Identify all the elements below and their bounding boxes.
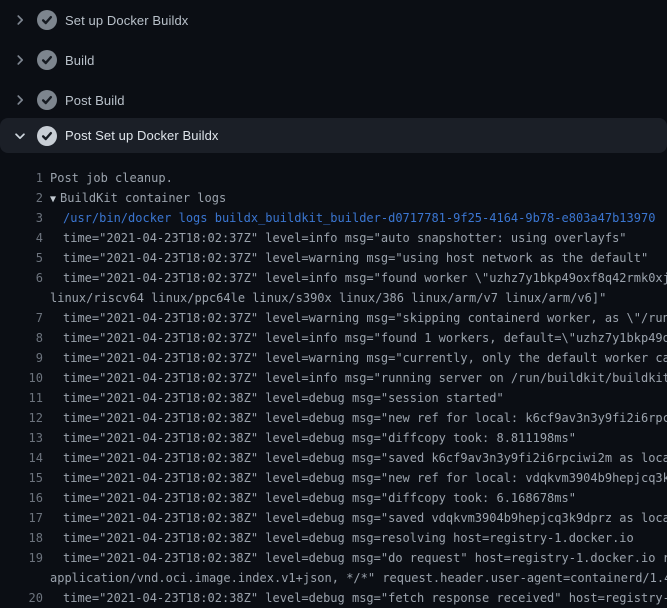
log-text: time="2021-04-23T18:02:38Z" level=debug … — [63, 411, 667, 425]
line-number[interactable]: 4 — [0, 228, 43, 248]
line-number[interactable]: 16 — [0, 488, 43, 508]
step-row-build[interactable]: Build — [0, 40, 667, 80]
line-number[interactable]: 3 — [0, 208, 43, 228]
log-line: 6 time="2021-04-23T18:02:37Z" level=info … — [0, 268, 667, 288]
chevron-right-icon — [12, 92, 28, 108]
log-text: time="2021-04-23T18:02:37Z" level=warnin… — [63, 251, 648, 265]
line-number[interactable]: 14 — [0, 448, 43, 468]
log-text: time="2021-04-23T18:02:37Z" level=info m… — [63, 231, 627, 245]
log-text: time="2021-04-23T18:02:38Z" level=debug … — [63, 531, 634, 545]
step-row-post-build[interactable]: Post Build — [0, 80, 667, 120]
log-text: Post job cleanup. — [50, 171, 173, 185]
chevron-down-icon — [12, 128, 28, 144]
log-line: 11 time="2021-04-23T18:02:38Z" level=debu… — [0, 388, 667, 408]
check-circle-icon — [37, 50, 57, 70]
log-text: time="2021-04-23T18:02:38Z" level=debug … — [63, 511, 667, 525]
check-circle-icon — [37, 10, 57, 30]
check-circle-icon — [37, 126, 57, 146]
log-line: 20 time="2021-04-23T18:02:38Z" level=debu… — [0, 588, 667, 608]
log-line: 18 time="2021-04-23T18:02:38Z" level=debu… — [0, 528, 667, 548]
log-group-toggle-icon[interactable]: ▼ — [50, 194, 56, 205]
check-circle-icon — [37, 90, 57, 110]
line-number[interactable]: 17 — [0, 508, 43, 528]
log-line: 13 time="2021-04-23T18:02:38Z" level=debu… — [0, 428, 667, 448]
chevron-right-icon — [12, 12, 28, 28]
line-number[interactable]: 6 — [0, 268, 43, 288]
log-line: 5 time="2021-04-23T18:02:37Z" level=warni… — [0, 248, 667, 268]
log-line: 4 time="2021-04-23T18:02:37Z" level=info … — [0, 228, 667, 248]
log-text: BuildKit container logs — [60, 191, 226, 205]
step-label: Set up Docker Buildx — [65, 13, 188, 28]
step-list: Set up Docker Buildx Build Post Build Post … — [0, 0, 667, 153]
log-text: time="2021-04-23T18:02:38Z" level=debug … — [63, 391, 504, 405]
line-number[interactable]: 18 — [0, 528, 43, 548]
log-text: time="2021-04-23T18:02:37Z" level=warnin… — [63, 311, 667, 325]
log-text: linux/riscv64 linux/ppc64le linux/s390x … — [50, 291, 606, 305]
log-text: time="2021-04-23T18:02:37Z" level=info m… — [63, 331, 667, 345]
log-text: time="2021-04-23T18:02:38Z" level=debug … — [63, 591, 667, 605]
log-command-text: /usr/bin/docker logs buildx_buildkit_bui… — [63, 211, 655, 225]
line-number[interactable]: 10 — [0, 368, 43, 388]
step-label: Post Set up Docker Buildx — [65, 128, 219, 143]
log-line: 9 time="2021-04-23T18:02:37Z" level=warni… — [0, 348, 667, 368]
log-line: 7 time="2021-04-23T18:02:37Z" level=warni… — [0, 308, 667, 328]
log-line: 8 time="2021-04-23T18:02:37Z" level=info … — [0, 328, 667, 348]
line-number[interactable]: 2 — [0, 188, 43, 208]
line-number[interactable]: 5 — [0, 248, 43, 268]
log-text: time="2021-04-23T18:02:38Z" level=debug … — [63, 471, 667, 485]
step-label: Build — [65, 53, 94, 68]
log-line: 15 time="2021-04-23T18:02:38Z" level=debu… — [0, 468, 667, 488]
log-text: time="2021-04-23T18:02:37Z" level=warnin… — [63, 351, 667, 365]
log-text: time="2021-04-23T18:02:37Z" level=info m… — [63, 371, 667, 385]
log-text: time="2021-04-23T18:02:38Z" level=debug … — [63, 431, 576, 445]
line-number[interactable]: 8 — [0, 328, 43, 348]
log-text: time="2021-04-23T18:02:38Z" level=debug … — [63, 551, 667, 565]
log-line: 16 time="2021-04-23T18:02:38Z" level=debu… — [0, 488, 667, 508]
step-label: Post Build — [65, 93, 125, 108]
line-number[interactable]: 11 — [0, 388, 43, 408]
log-text: time="2021-04-23T18:02:38Z" level=debug … — [63, 491, 576, 505]
log-line: 12 time="2021-04-23T18:02:38Z" level=debu… — [0, 408, 667, 428]
step-row-set-up-docker-buildx[interactable]: Set up Docker Buildx — [0, 0, 667, 40]
log-line: 17 time="2021-04-23T18:02:38Z" level=debu… — [0, 508, 667, 528]
line-number[interactable]: 15 — [0, 468, 43, 488]
line-number[interactable]: 9 — [0, 348, 43, 368]
log-text: time="2021-04-23T18:02:38Z" level=debug … — [63, 451, 667, 465]
chevron-right-icon — [12, 52, 28, 68]
log-line: 14 time="2021-04-23T18:02:38Z" level=debu… — [0, 448, 667, 468]
log-line: 2 ▼ BuildKit container logs — [0, 188, 667, 208]
log-line: 19 time="2021-04-23T18:02:38Z" level=debu… — [0, 548, 667, 568]
line-number[interactable]: 1 — [0, 168, 43, 188]
log-line-continuation: linux/riscv64 linux/ppc64le linux/s390x … — [0, 288, 667, 308]
log-line: 10 time="2021-04-23T18:02:37Z" level=info… — [0, 368, 667, 388]
line-number[interactable]: 7 — [0, 308, 43, 328]
log-line-continuation: application/vnd.oci.image.index.v1+json,… — [0, 568, 667, 588]
line-number[interactable]: 12 — [0, 408, 43, 428]
log-viewer: 1 Post job cleanup. 2 ▼ BuildKit container l… — [0, 153, 667, 608]
step-row-post-set-up-docker-buildx[interactable]: Post Set up Docker Buildx — [0, 118, 667, 153]
line-number[interactable]: 13 — [0, 428, 43, 448]
log-text: time="2021-04-23T18:02:37Z" level=info m… — [63, 271, 667, 285]
log-line: 1 Post job cleanup. — [0, 168, 667, 188]
line-number[interactable]: 20 — [0, 588, 43, 608]
line-number[interactable]: 19 — [0, 548, 43, 568]
log-line: 3/usr/bin/docker logs buildx_buildkit_bu… — [0, 208, 667, 228]
log-text: application/vnd.oci.image.index.v1+json,… — [50, 571, 667, 585]
